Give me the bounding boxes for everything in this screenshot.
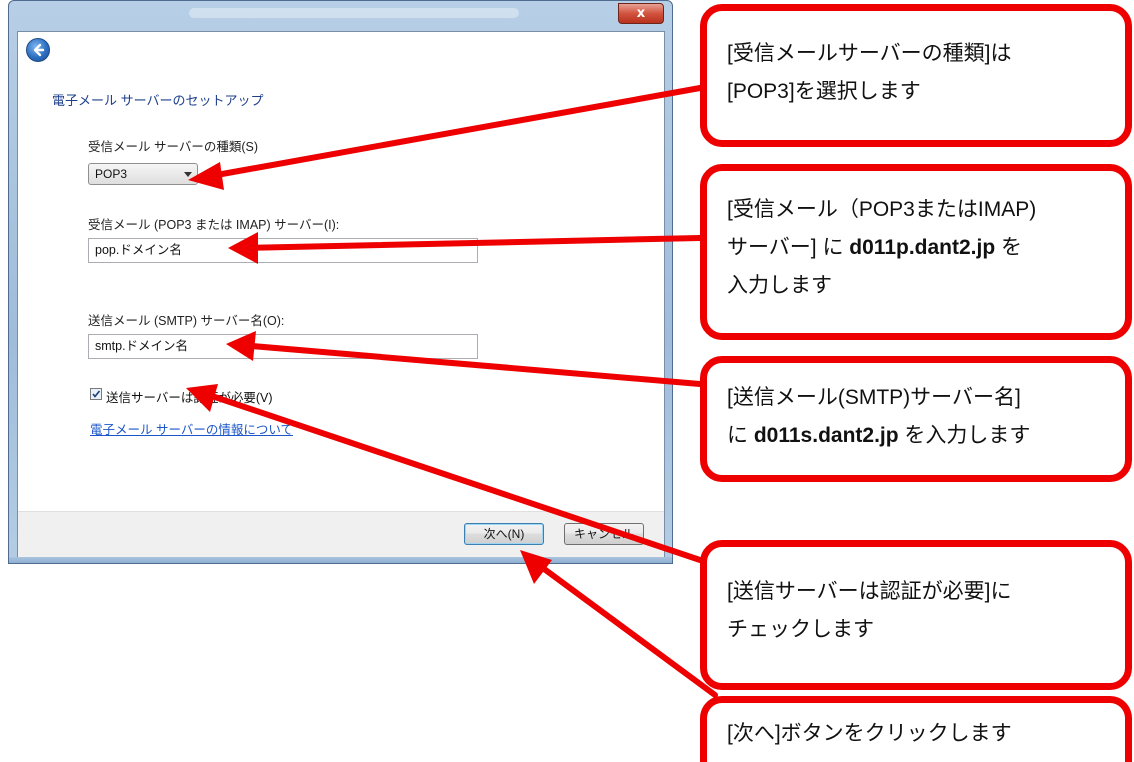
callout-text: [次へ]ボタンをクリックします <box>727 722 1012 745</box>
back-button[interactable] <box>26 38 50 62</box>
auth-required-label[interactable]: 送信サーバーは認証が必要(V) <box>106 387 273 406</box>
callout-server-name: d011p.dant2.jp <box>849 236 996 259</box>
chevron-down-icon <box>184 172 192 177</box>
next-button[interactable]: 次へ(N) <box>464 523 544 545</box>
callout-outgoing-server: [送信メール(SMTP)サーバー名] に d011s.dant2.jp を入力し… <box>700 356 1132 482</box>
incoming-server-label: 受信メール (POP3 または IMAP) サーバー(I): <box>88 218 340 232</box>
page-title: 電子メール サーバーのセットアップ <box>52 93 264 108</box>
incoming-server-input[interactable]: pop.ドメイン名 <box>88 238 478 263</box>
callout-text-row: に d011s.dant2.jp を入力します <box>727 417 1111 455</box>
title-text-blurred <box>189 8 519 18</box>
server-info-link[interactable]: 電子メール サーバーの情報について <box>90 419 293 438</box>
dialog-content: 電子メール サーバーのセットアップ 受信メール サーバーの種類(S) POP3 … <box>17 31 665 558</box>
callout-text: を <box>995 236 1023 259</box>
callout-text: [受信メール（POP3またはIMAP) <box>727 198 1037 221</box>
callout-text: チェックします <box>727 618 874 641</box>
incoming-type-label: 受信メール サーバーの種類(S) <box>88 140 259 154</box>
callout-text: を入力します <box>898 424 1031 447</box>
mail-setup-window: x 電子メール サーバーのセットアップ 受信メール サーバーの種類(S) POP… <box>8 0 673 564</box>
arrow-to-next-button <box>529 557 718 698</box>
outgoing-server-label: 送信メール (SMTP) サーバー名(O): <box>88 314 285 328</box>
cancel-button[interactable]: キャンセル <box>564 523 644 545</box>
checkmark-icon <box>92 390 101 398</box>
close-button[interactable]: x <box>618 3 664 24</box>
dialog-footer: 次へ(N) キャンセル <box>18 511 664 557</box>
callout-next-button: [次へ]ボタンをクリックします <box>700 696 1132 762</box>
window-bottom-frame <box>9 557 672 563</box>
outgoing-server-input[interactable]: smtp.ドメイン名 <box>88 334 478 359</box>
callout-text-row: サーバー] に d011p.dant2.jp を <box>727 229 1111 267</box>
callout-text: [POP3]を選択します <box>727 80 921 103</box>
incoming-type-select[interactable]: POP3 <box>88 163 198 185</box>
callout-incoming-server: [受信メール（POP3またはIMAP) サーバー] に d011p.dant2.… <box>700 164 1132 340</box>
callout-text: サーバー] に <box>727 236 850 259</box>
callout-incoming-type: [受信メールサーバーの種類]は [POP3]を選択します <box>700 4 1132 147</box>
auth-required-checkbox[interactable] <box>90 388 102 400</box>
callout-text: 入力します <box>727 274 832 297</box>
callout-text: に <box>727 424 754 447</box>
callout-auth-required: [送信サーバーは認証が必要]に チェックします <box>700 540 1132 690</box>
incoming-type-value: POP3 <box>95 167 128 181</box>
title-bar[interactable]: x <box>9 1 672 27</box>
back-arrow-icon <box>33 43 45 57</box>
callout-server-name: d011s.dant2.jp <box>753 424 899 447</box>
callout-text: [送信メール(SMTP)サーバー名] <box>727 386 1021 409</box>
callout-text: [送信サーバーは認証が必要]に <box>727 580 1012 603</box>
callout-text: [受信メールサーバーの種類]は <box>727 42 1012 65</box>
